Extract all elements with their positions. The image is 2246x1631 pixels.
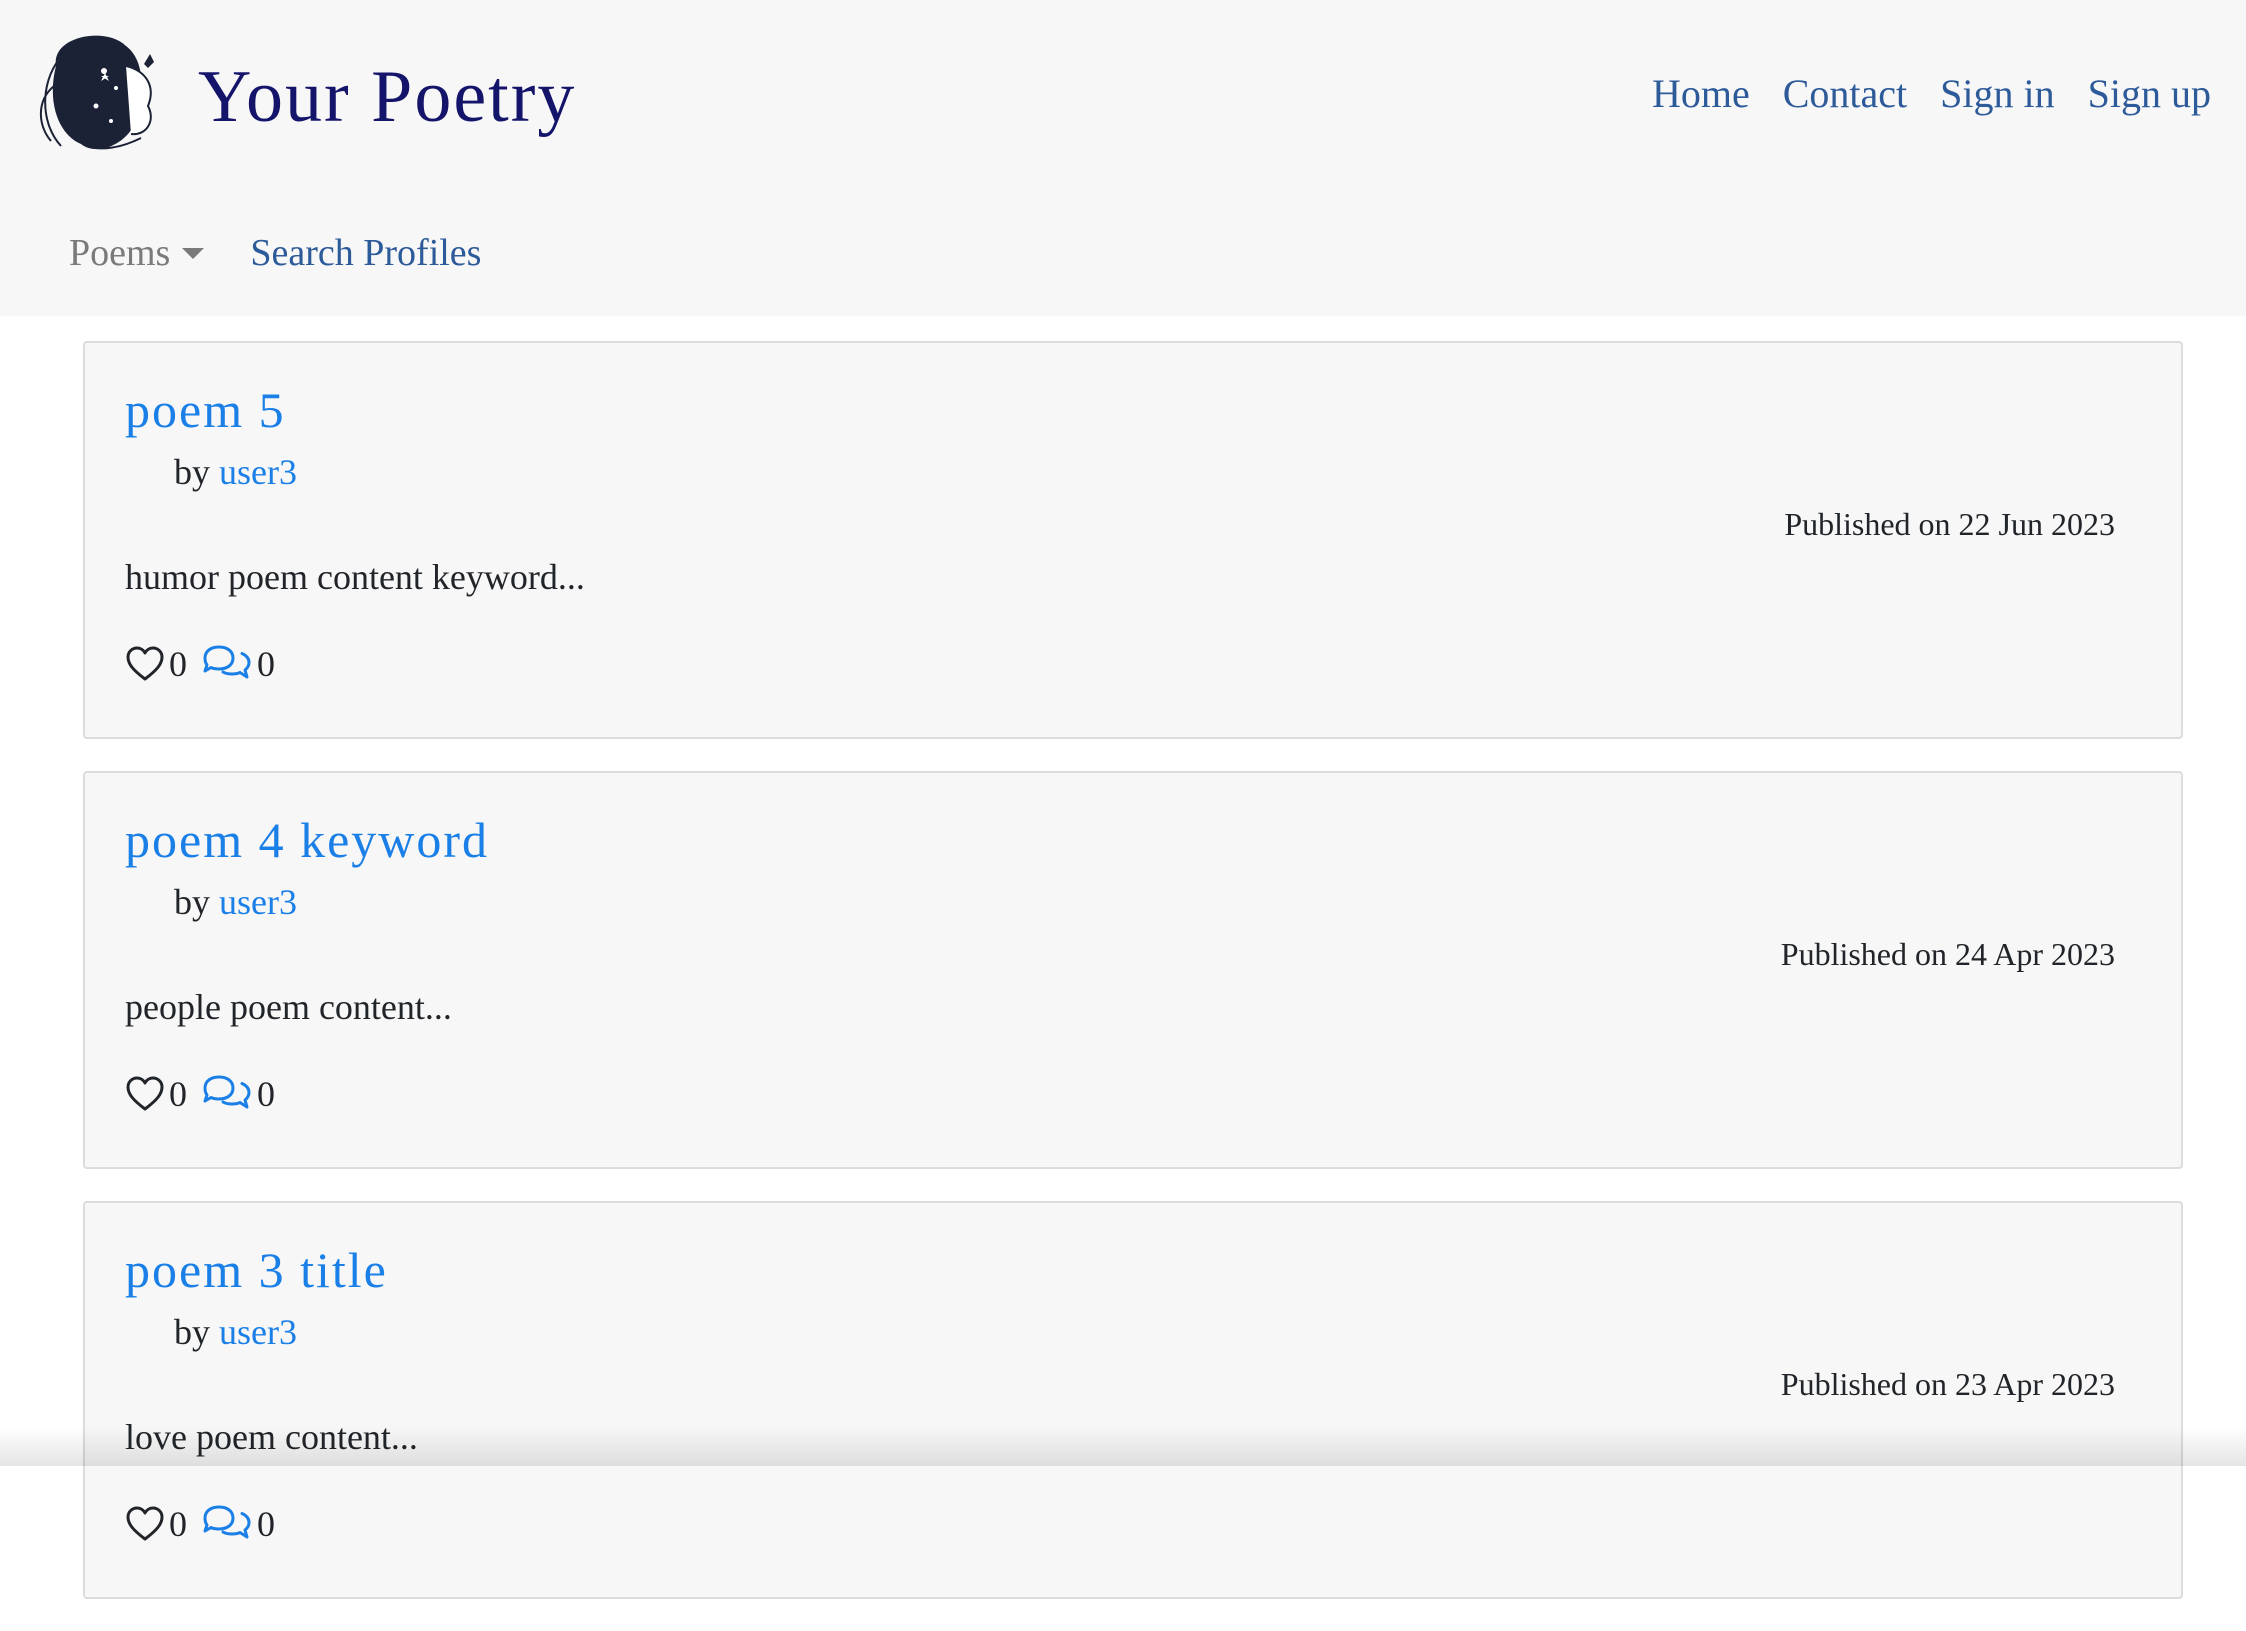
poem-author-link[interactable]: user3 [219,1312,297,1352]
like-button[interactable]: 0 [125,1073,187,1115]
nav-sign-up-link[interactable]: Sign up [2088,70,2211,117]
poem-published-date: Published on 22 Jun 2023 [1784,506,2115,543]
poem-author-link[interactable]: user3 [219,452,297,492]
nav-home-link[interactable]: Home [1652,70,1750,117]
poem-byline: by user3 [174,451,297,493]
comment-button[interactable]: 0 [201,643,275,685]
like-count: 0 [169,1503,187,1545]
byline-prefix: by [174,1312,210,1352]
poem-stats: 0 0 [125,643,275,685]
top-nav: Home Contact Sign in Sign up [1652,70,2211,117]
poem-author-link[interactable]: user3 [219,882,297,922]
poem-excerpt: love poem content... [125,1416,418,1458]
chat-bubbles-icon [201,1504,253,1544]
poem-list: poem 5 by user3 Published on 22 Jun 2023… [83,341,2183,1631]
heart-icon [125,645,165,683]
poem-card: poem 3 title by user3 Published on 23 Ap… [83,1201,2183,1599]
poem-byline: by user3 [174,881,297,923]
poems-dropdown[interactable]: Poems [69,231,204,275]
comment-count: 0 [257,1503,275,1545]
secondary-nav: Poems Search Profiles [69,231,481,275]
poem-title-link[interactable]: poem 4 keyword [125,811,489,869]
nav-sign-in-link[interactable]: Sign in [1940,70,2054,117]
caret-down-icon [182,248,204,259]
poem-card: poem 4 keyword by user3 Published on 24 … [83,771,2183,1169]
like-button[interactable]: 0 [125,643,187,685]
like-count: 0 [169,643,187,685]
comment-button[interactable]: 0 [201,1073,275,1115]
chat-bubbles-icon [201,644,253,684]
comment-count: 0 [257,1073,275,1115]
chat-bubbles-icon [201,1074,253,1114]
site-title[interactable]: Your Poetry [198,60,576,134]
poem-byline: by user3 [174,1311,297,1353]
search-profiles-link[interactable]: Search Profiles [250,231,481,275]
poem-excerpt: people poem content... [125,986,452,1028]
poem-excerpt: humor poem content keyword... [125,556,585,598]
poem-title-link[interactable]: poem 3 title [125,1241,388,1299]
poem-published-date: Published on 23 Apr 2023 [1781,1366,2115,1403]
poem-title-link[interactable]: poem 5 [125,381,286,439]
comment-button[interactable]: 0 [201,1503,275,1545]
heart-icon [125,1075,165,1113]
poem-published-date: Published on 24 Apr 2023 [1781,936,2115,973]
poem-card: poem 5 by user3 Published on 22 Jun 2023… [83,341,2183,739]
like-count: 0 [169,1073,187,1115]
poems-dropdown-label: Poems [69,231,170,275]
site-header: Your Poetry Home Contact Sign in Sign up… [0,0,2246,316]
comment-count: 0 [257,643,275,685]
like-button[interactable]: 0 [125,1503,187,1545]
heart-icon [125,1505,165,1543]
byline-prefix: by [174,882,210,922]
poem-stats: 0 0 [125,1503,275,1545]
byline-prefix: by [174,452,210,492]
nav-contact-link[interactable]: Contact [1783,70,1907,117]
woman-portrait-logo-icon[interactable] [26,26,166,158]
poem-stats: 0 0 [125,1073,275,1115]
